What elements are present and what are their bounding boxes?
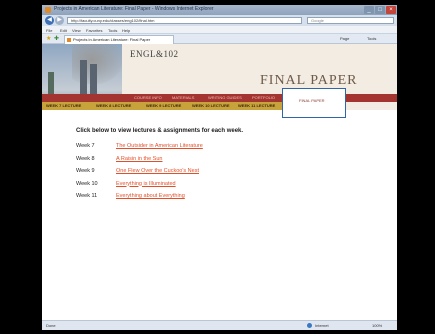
nav-portfolio[interactable]: PORTFOLIO xyxy=(252,95,275,100)
tab-title: Projects in American Literature: Final P… xyxy=(73,37,151,42)
week-link[interactable]: The Outsider in American Literature xyxy=(116,143,203,149)
menu-file[interactable]: File xyxy=(46,28,52,33)
week-link[interactable]: Everything is Illuminated xyxy=(116,181,176,187)
minimize-button[interactable]: _ xyxy=(364,6,374,14)
ie-icon xyxy=(45,7,51,13)
instructions-text: Click below to view lectures & assignmen… xyxy=(76,128,244,134)
status-text: Done xyxy=(46,323,56,328)
nav-course-info[interactable]: COURSE INFO xyxy=(134,95,162,100)
security-zone: Internet xyxy=(315,323,329,328)
tab-final-paper-label: FINAL PAPER xyxy=(299,98,325,103)
page-heading: FINAL PAPER xyxy=(260,73,358,88)
menu-help[interactable]: Help xyxy=(122,28,130,33)
week-label: Week 8 xyxy=(76,155,95,162)
menu-view[interactable]: View xyxy=(72,28,81,33)
search-input[interactable]: Google xyxy=(307,17,394,24)
week-label: Week 9 xyxy=(76,168,95,174)
week-label: Week 11 xyxy=(76,193,98,199)
tab-final-paper[interactable]: FINAL PAPER xyxy=(282,88,346,118)
nav-week-9[interactable]: WEEK 9 LECTURE xyxy=(146,103,181,108)
zoom-level[interactable]: 100% xyxy=(372,323,382,328)
course-banner: ENGL&102 FINAL PAPER COURSE INFO MATERIA… xyxy=(42,44,397,118)
nav-week-8[interactable]: WEEK 8 LECTURE xyxy=(96,103,131,108)
nav-writing-guides[interactable]: WRITING GUIDES xyxy=(208,95,242,100)
browser-window: Projects in American Literature: Final P… xyxy=(42,5,397,330)
url-input[interactable]: http://faculty.cuny.edu/classes/eng102/f… xyxy=(67,17,302,24)
tab-bar: ★ ✚ Projects in American Literature: Fin… xyxy=(42,34,397,44)
title-bar: Projects in American Literature: Final P… xyxy=(42,5,397,15)
week-label: Week 7 xyxy=(76,143,95,149)
forward-button[interactable]: ▶ xyxy=(55,16,64,25)
nav-week-7[interactable]: WEEK 7 LECTURE xyxy=(46,103,81,108)
menu-tools[interactable]: Tools xyxy=(108,28,117,33)
nav-week-10[interactable]: WEEK 10 LECTURE xyxy=(192,103,230,108)
address-bar: ◀ ▶ http://faculty.cuny.edu/classes/eng1… xyxy=(42,15,397,26)
menu-edit[interactable]: Edit xyxy=(60,28,67,33)
page-icon xyxy=(67,38,71,42)
nav-materials[interactable]: MATERIALS xyxy=(172,95,194,100)
week-label: Week 10 xyxy=(76,180,98,187)
back-button[interactable]: ◀ xyxy=(45,16,54,25)
course-code: ENGL&102 xyxy=(130,49,179,59)
window-title: Projects in American Literature: Final P… xyxy=(54,6,214,12)
menu-favorites[interactable]: Favorites xyxy=(86,28,102,33)
close-button[interactable]: × xyxy=(386,6,396,14)
page-content: ENGL&102 FINAL PAPER COURSE INFO MATERIA… xyxy=(42,44,397,320)
week-link[interactable]: Everything about Everything xyxy=(116,193,185,199)
maximize-button[interactable]: □ xyxy=(375,6,385,14)
page-menu[interactable]: Page xyxy=(340,36,349,41)
favorites-star-icon[interactable]: ★ xyxy=(46,36,51,42)
week-link[interactable]: One Flew Over the Cuckoo's Nest xyxy=(116,168,199,174)
add-favorite-icon[interactable]: ✚ xyxy=(54,36,59,42)
browser-tab[interactable]: Projects in American Literature: Final P… xyxy=(64,35,174,44)
menu-bar: File Edit View Favorites Tools Help xyxy=(42,26,397,34)
globe-icon xyxy=(307,323,312,328)
status-bar: Done Internet 100% xyxy=(42,320,397,330)
week-nav: WEEK 7 LECTURE WEEK 8 LECTURE WEEK 9 LEC… xyxy=(42,102,282,110)
tools-menu[interactable]: Tools xyxy=(367,36,376,41)
nav-week-11[interactable]: WEEK 11 LECTURE xyxy=(238,103,275,108)
week-link[interactable]: A Raisin in the Sun xyxy=(116,156,162,162)
